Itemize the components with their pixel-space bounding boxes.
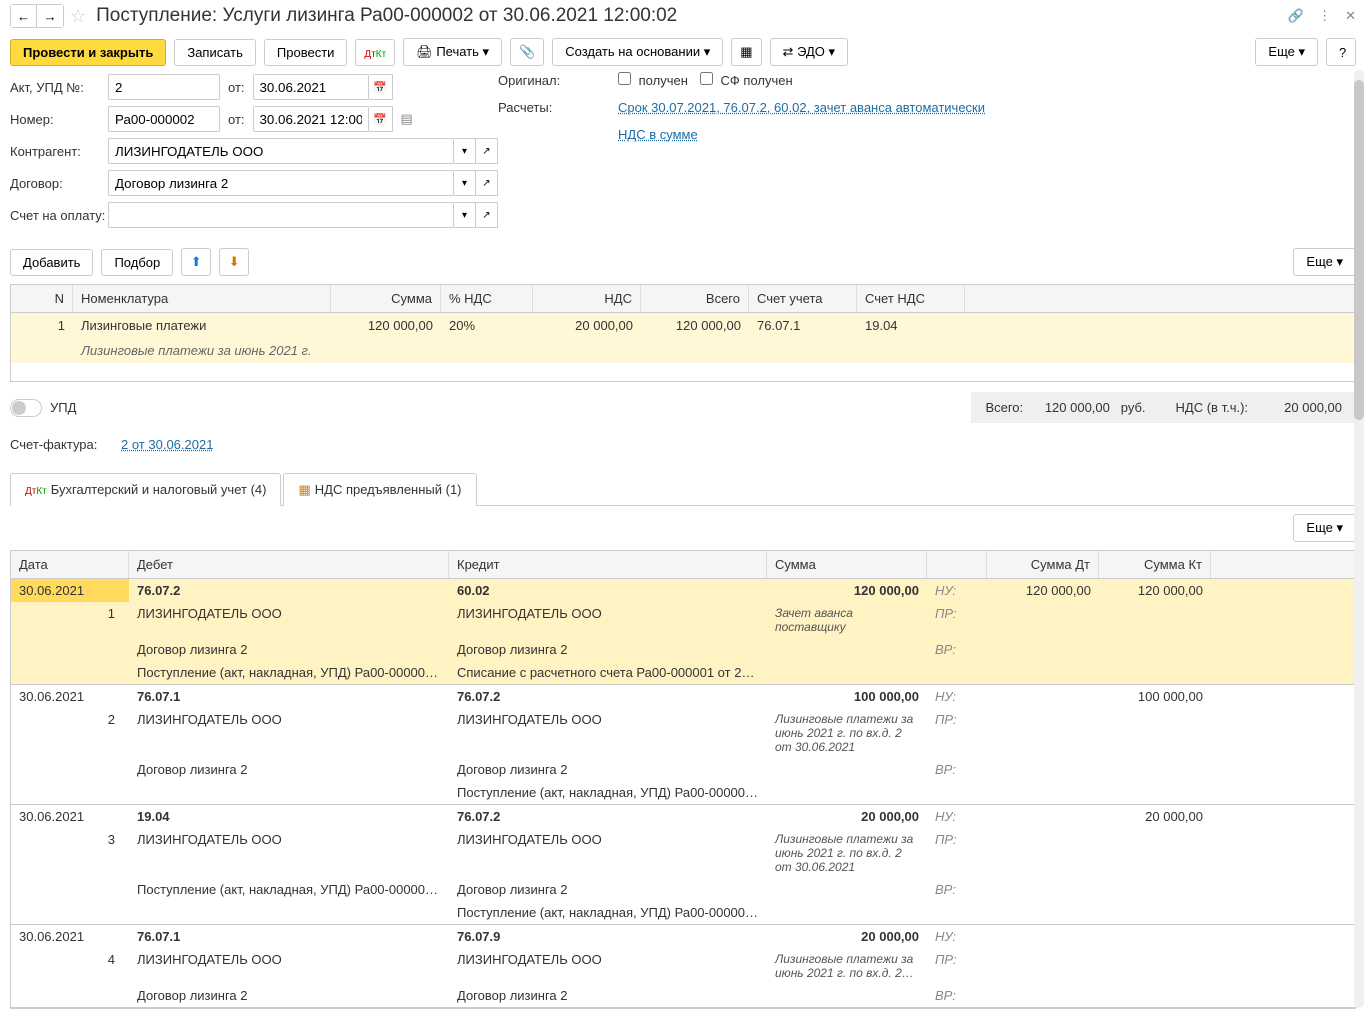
upd-label: УПД bbox=[50, 400, 76, 415]
number-date-input[interactable] bbox=[253, 106, 369, 132]
vat-link[interactable]: НДС в сумме bbox=[618, 127, 698, 142]
entries-more-button[interactable]: Еще ▾ bbox=[1293, 514, 1356, 542]
write-button[interactable]: Записать bbox=[174, 39, 256, 66]
invoice-label: Счет на оплату: bbox=[10, 208, 108, 223]
col-credit: Кредит bbox=[449, 551, 767, 578]
table-row[interactable]: 1 Лизинговые платежи 120 000,00 20% 20 0… bbox=[11, 313, 1355, 338]
grid-more-button[interactable]: Еще ▾ bbox=[1293, 248, 1356, 276]
col-sum-kt: Сумма Кт bbox=[1099, 551, 1211, 578]
entry-block[interactable]: 30.06.202176.07.176.07.920 000,00НУ:4ЛИЗ… bbox=[11, 925, 1355, 1008]
menu-icon[interactable]: ⋮ bbox=[1318, 8, 1331, 24]
original-label: Оригинал: bbox=[498, 73, 618, 88]
number-input[interactable] bbox=[108, 106, 220, 132]
entry-block[interactable]: 30.06.202176.07.176.07.2100 000,00НУ:100… bbox=[11, 685, 1355, 805]
col-vat: НДС bbox=[533, 285, 641, 312]
col-vat-pct: % НДС bbox=[441, 285, 533, 312]
move-down-button[interactable]: ⬇ bbox=[219, 248, 249, 276]
ot-label-2: от: bbox=[228, 112, 245, 127]
tab-vat[interactable]: ▦НДС предъявленный (1) bbox=[283, 473, 476, 506]
sf-link[interactable]: 2 от 30.06.2021 bbox=[121, 437, 213, 452]
table-row-desc: Лизинговые платежи за июнь 2021 г. bbox=[11, 338, 1355, 363]
act-label: Акт, УПД №: bbox=[10, 80, 108, 95]
more-button[interactable]: Еще ▾ bbox=[1255, 38, 1318, 66]
create-based-button[interactable]: Создать на основании ▾ bbox=[552, 38, 723, 66]
col-total: Всего bbox=[641, 285, 749, 312]
post-button[interactable]: Провести bbox=[264, 39, 348, 66]
dropdown-icon[interactable]: ▾ bbox=[454, 138, 476, 164]
col-debet: Дебет bbox=[129, 551, 449, 578]
link-icon[interactable]: 🔗 bbox=[1288, 8, 1304, 24]
copy-icon[interactable]: ▤ bbox=[401, 111, 413, 127]
col-account: Счет учета bbox=[749, 285, 857, 312]
totals-box: Всего: 120 000,00 руб. НДС (в т.ч.): 20 … bbox=[971, 392, 1356, 423]
ot-label: от: bbox=[228, 80, 245, 95]
col-vat-account: Счет НДС bbox=[857, 285, 965, 312]
dtkt-button[interactable]: ДтКт bbox=[355, 39, 395, 66]
entries-grid[interactable]: Дата Дебет Кредит Сумма Сумма Дт Сумма К… bbox=[10, 550, 1356, 1009]
nav-forward-button[interactable]: → bbox=[37, 5, 63, 27]
dropdown-icon[interactable]: ▾ bbox=[454, 170, 476, 196]
help-button[interactable]: ? bbox=[1326, 38, 1356, 66]
open-icon[interactable]: ↗ bbox=[476, 170, 498, 196]
col-nomenclature: Номенклатура bbox=[73, 285, 331, 312]
page-title: Поступление: Услуги лизинга Ра00-000002 … bbox=[96, 5, 677, 27]
star-icon[interactable]: ☆ bbox=[70, 6, 86, 27]
received-checkbox[interactable]: получен bbox=[618, 72, 688, 88]
col-date: Дата bbox=[11, 551, 129, 578]
add-row-button[interactable]: Добавить bbox=[10, 249, 93, 276]
items-grid[interactable]: N Номенклатура Сумма % НДС НДС Всего Сче… bbox=[10, 284, 1356, 382]
calendar-icon[interactable]: 📅 bbox=[369, 106, 393, 132]
counterparty-input[interactable] bbox=[108, 138, 454, 164]
col-sum: Сумма bbox=[331, 285, 441, 312]
number-label: Номер: bbox=[10, 112, 108, 127]
move-up-button[interactable]: ⬆ bbox=[181, 248, 211, 276]
contract-label: Договор: bbox=[10, 176, 108, 191]
print-button[interactable]: 🖨 Печать ▾ bbox=[403, 38, 502, 66]
scrollbar[interactable] bbox=[1354, 70, 1364, 1008]
col-sum: Сумма bbox=[767, 551, 927, 578]
nav-back-button[interactable]: ← bbox=[11, 5, 37, 27]
dropdown-icon[interactable]: ▾ bbox=[454, 202, 476, 228]
col-n: N bbox=[11, 285, 73, 312]
counterparty-label: Контрагент: bbox=[10, 144, 108, 159]
attach-button[interactable]: 📎 bbox=[510, 38, 544, 66]
invoice-input[interactable] bbox=[108, 202, 454, 228]
related-button[interactable]: ▦ bbox=[731, 38, 761, 66]
tab-accounting[interactable]: ДтКтБухгалтерский и налоговый учет (4) bbox=[10, 473, 281, 506]
open-icon[interactable]: ↗ bbox=[476, 202, 498, 228]
sf-label: Счет-фактура: bbox=[10, 437, 97, 452]
pick-button[interactable]: Подбор bbox=[101, 249, 173, 276]
entry-block[interactable]: 30.06.202119.0476.07.220 000,00НУ:20 000… bbox=[11, 805, 1355, 925]
post-close-button[interactable]: Провести и закрыть bbox=[10, 39, 166, 66]
calendar-icon[interactable]: 📅 bbox=[369, 74, 393, 100]
col-sum-dt: Сумма Дт bbox=[987, 551, 1099, 578]
entry-block[interactable]: 30.06.202176.07.260.02120 000,00НУ:120 0… bbox=[11, 579, 1355, 685]
act-no-input[interactable] bbox=[108, 74, 220, 100]
edo-button[interactable]: ⇄ ЭДО ▾ bbox=[770, 38, 848, 66]
upd-toggle[interactable] bbox=[10, 399, 42, 417]
open-icon[interactable]: ↗ bbox=[476, 138, 498, 164]
act-date-input[interactable] bbox=[253, 74, 369, 100]
settlements-link[interactable]: Срок 30.07.2021, 76.07.2, 60.02, зачет а… bbox=[618, 100, 985, 115]
close-icon[interactable]: ✕ bbox=[1345, 8, 1356, 24]
contract-input[interactable] bbox=[108, 170, 454, 196]
settlements-label: Расчеты: bbox=[498, 100, 618, 115]
sf-received-checkbox[interactable]: СФ получен bbox=[700, 72, 793, 88]
